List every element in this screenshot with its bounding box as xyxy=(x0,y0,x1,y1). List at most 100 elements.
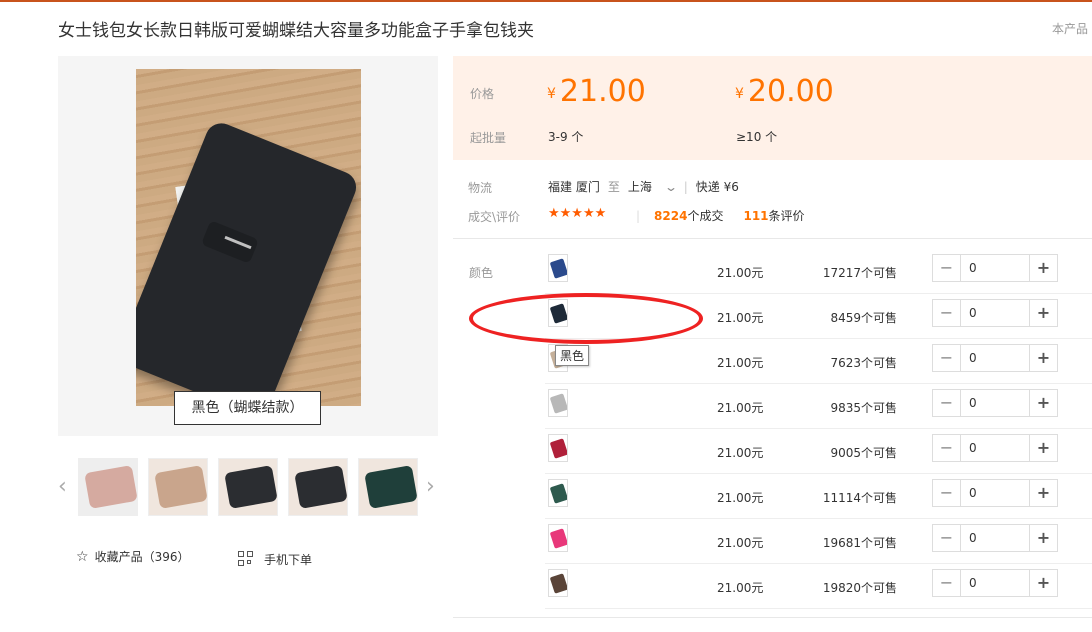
sku-row: 21.00元 17217个可售 −0 + xyxy=(545,249,1092,294)
sku-row: 21.00元 9005个可售 −0 + xyxy=(545,429,1092,474)
quantity-stepper: −0 + xyxy=(932,569,1058,597)
quantity-input[interactable]: 0 xyxy=(960,570,1030,596)
decrement-button[interactable]: − xyxy=(933,300,960,326)
qr-code-icon xyxy=(238,551,254,567)
logistics-info: 福建 厦门至上海 ⌄ | 快递 ¥6 xyxy=(548,180,739,194)
favorite-label: 收藏产品（396） xyxy=(94,550,190,564)
quantity-stepper: −0 + xyxy=(932,389,1058,417)
sku-row: 21.00元 11114个可售 −0 + xyxy=(545,474,1092,519)
sku-color-swatch[interactable] xyxy=(548,524,568,552)
quantity-stepper: −0 + xyxy=(932,299,1058,327)
moq-tier-2: ≥10 个 xyxy=(736,130,778,144)
increment-button[interactable]: + xyxy=(1030,345,1057,371)
sku-color-swatch[interactable] xyxy=(548,434,568,462)
logistics-to: 至 xyxy=(607,180,620,194)
chevron-down-icon[interactable]: ⌄ xyxy=(664,180,678,194)
quantity-input[interactable]: 0 xyxy=(960,300,1030,326)
logistics-destination-select[interactable]: 上海 xyxy=(628,180,652,194)
thumbnail-4[interactable] xyxy=(288,458,348,516)
thumbnail-3[interactable] xyxy=(218,458,278,516)
price-tier-2: ¥20.00 xyxy=(735,74,834,109)
quantity-stepper: −0 + xyxy=(932,254,1058,282)
quantity-stepper: −0 + xyxy=(932,434,1058,462)
favorite-product-button[interactable]: ☆ 收藏产品（396） xyxy=(76,548,189,565)
decrement-button[interactable]: − xyxy=(933,435,960,461)
logistics-label: 物流 xyxy=(468,181,493,195)
corner-text: 本产品 xyxy=(1052,22,1089,36)
quantity-input[interactable]: 0 xyxy=(960,255,1030,281)
sku-price: 21.00元 xyxy=(717,401,764,415)
increment-button[interactable]: + xyxy=(1030,570,1057,596)
sku-color-label: 颜色 xyxy=(469,266,494,280)
quantity-input[interactable]: 0 xyxy=(960,390,1030,416)
increment-button[interactable]: + xyxy=(1030,480,1057,506)
quantity-stepper: −0 + xyxy=(932,344,1058,372)
mobile-order-button[interactable]: 手机下单 xyxy=(238,548,312,568)
sku-stock: 19681个可售 xyxy=(822,536,897,550)
quantity-stepper: −0 + xyxy=(932,524,1058,552)
deals-reviews: | 8224个成交 111条评价 xyxy=(636,209,805,223)
sku-stock: 11114个可售 xyxy=(822,491,897,505)
sku-price: 21.00元 xyxy=(717,266,764,280)
sku-color-swatch[interactable] xyxy=(548,569,568,597)
sku-price: 21.00元 xyxy=(717,446,764,460)
sku-stock: 8459个可售 xyxy=(830,311,897,325)
sku-stock: 9835个可售 xyxy=(830,401,897,415)
reviews-label: 成交\评价 xyxy=(468,210,521,224)
increment-button[interactable]: + xyxy=(1030,435,1057,461)
thumbnail-1[interactable] xyxy=(78,458,138,516)
thumbnails-prev-arrow-icon[interactable]: ‹ xyxy=(58,474,67,499)
sku-stock: 9005个可售 xyxy=(830,446,897,460)
main-image-caption: 黑色（蝴蝶结款） xyxy=(174,391,321,425)
decrement-button[interactable]: − xyxy=(933,480,960,506)
quantity-input[interactable]: 0 xyxy=(960,435,1030,461)
increment-button[interactable]: + xyxy=(1030,525,1057,551)
quantity-input[interactable]: 0 xyxy=(960,480,1030,506)
thumbnails-next-arrow-icon[interactable]: › xyxy=(426,474,435,499)
quantity-stepper: −0 + xyxy=(932,479,1058,507)
decrement-button[interactable]: − xyxy=(933,255,960,281)
top-accent-line xyxy=(0,0,1092,2)
mobile-order-label: 手机下单 xyxy=(264,553,313,567)
sku-color-swatch[interactable] xyxy=(548,389,568,417)
sku-price: 21.00元 xyxy=(717,581,764,595)
sku-price: 21.00元 xyxy=(717,356,764,370)
sku-price: 21.00元 xyxy=(717,491,764,505)
divider xyxy=(453,617,1092,618)
sku-row: 21.00元 9835个可售 −0 + xyxy=(545,384,1092,429)
decrement-button[interactable]: − xyxy=(933,570,960,596)
product-title: 女士钱包女长款日韩版可爱蝴蝶结大容量多功能盒子手拿包钱夹 xyxy=(58,21,534,41)
sku-row: 21.00元 7623个可售 −0 + xyxy=(545,339,1092,384)
main-product-image[interactable] xyxy=(136,69,361,406)
quantity-input[interactable]: 0 xyxy=(960,525,1030,551)
divider xyxy=(453,238,1092,239)
star-outline-icon: ☆ xyxy=(76,549,89,565)
increment-button[interactable]: + xyxy=(1030,300,1057,326)
sku-price: 21.00元 xyxy=(717,536,764,550)
price-tier-1: ¥21.00 xyxy=(547,74,646,109)
sku-stock: 19820个可售 xyxy=(822,581,897,595)
increment-button[interactable]: + xyxy=(1030,390,1057,416)
price-label: 价格 xyxy=(470,87,495,101)
decrement-button[interactable]: − xyxy=(933,525,960,551)
color-tooltip: 黑色 xyxy=(555,345,590,366)
sku-row: 21.00元 19681个可售 −0 + xyxy=(545,519,1092,564)
increment-button[interactable]: + xyxy=(1030,255,1057,281)
review-count[interactable]: 111 xyxy=(743,209,768,223)
sku-stock: 7623个可售 xyxy=(830,356,897,370)
moq-label: 起批量 xyxy=(470,131,507,145)
quantity-input[interactable]: 0 xyxy=(960,345,1030,371)
sku-stock: 17217个可售 xyxy=(822,266,897,280)
sku-color-swatch[interactable] xyxy=(548,254,568,282)
deals-count[interactable]: 8224 xyxy=(654,209,687,223)
price-panel: 价格 起批量 ¥21.00 ¥20.00 3-9 个 ≥10 个 xyxy=(453,56,1092,160)
sku-row: 21.00元 19820个可售 −0 + xyxy=(545,564,1092,609)
logistics-origin: 福建 厦门 xyxy=(548,180,600,194)
sku-price: 21.00元 xyxy=(717,311,764,325)
thumbnail-5[interactable] xyxy=(358,458,418,516)
decrement-button[interactable]: − xyxy=(933,345,960,371)
moq-tier-1: 3-9 个 xyxy=(548,130,584,144)
sku-color-swatch[interactable] xyxy=(548,479,568,507)
thumbnail-2[interactable] xyxy=(148,458,208,516)
decrement-button[interactable]: − xyxy=(933,390,960,416)
